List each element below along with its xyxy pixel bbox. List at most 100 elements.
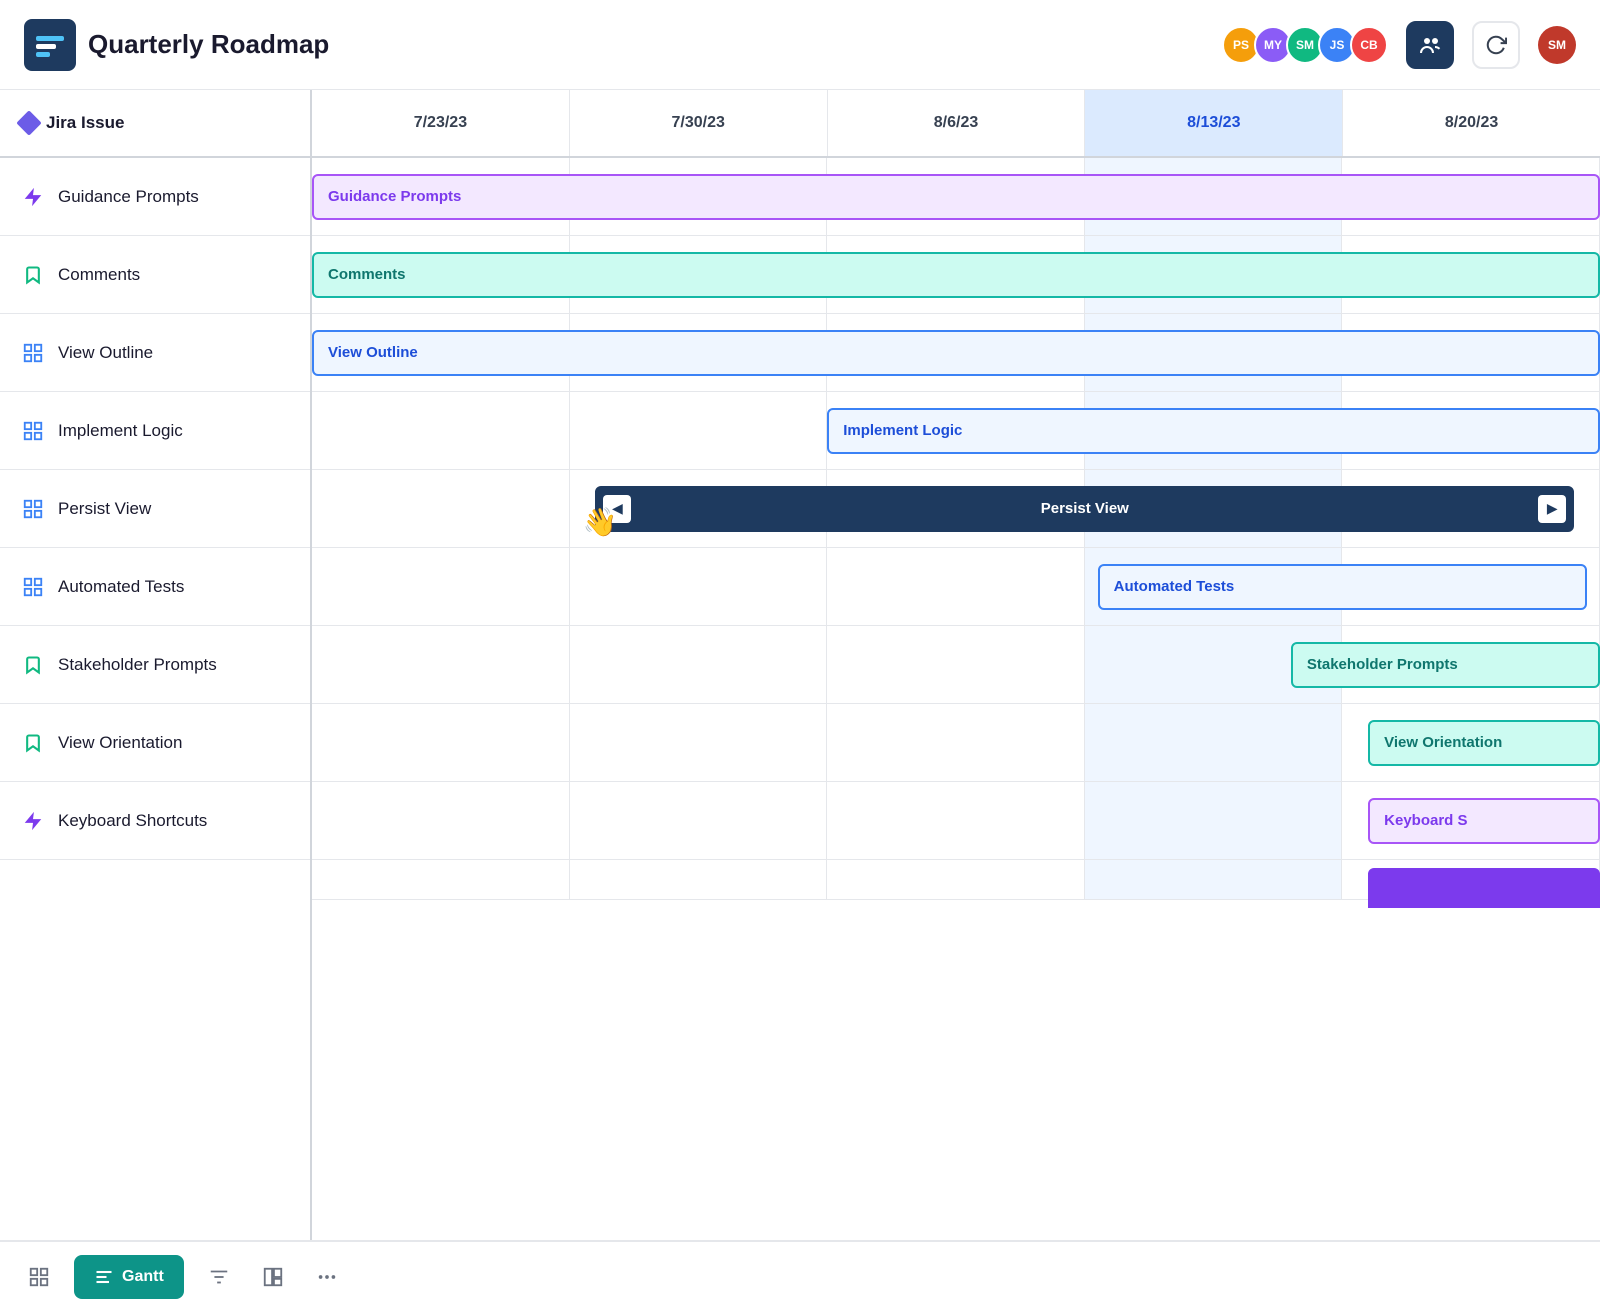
cell-extra-4 [1085,860,1343,899]
cell-keyboard-3 [827,782,1085,859]
sidebar-label-stakeholder: Stakeholder Prompts [58,655,217,675]
sidebar-item-view-orientation[interactable]: View Orientation [0,704,310,782]
sidebar-label-automated: Automated Tests [58,577,184,597]
bar-comments[interactable]: Comments [312,252,1600,298]
sidebar-item-stakeholder[interactable]: Stakeholder Prompts [0,626,310,704]
cell-auto-3 [827,548,1085,625]
gantt-row-implement: Implement Logic [312,392,1600,470]
bar-automated[interactable]: Automated Tests [1098,564,1587,610]
sidebar-header-label: Jira Issue [46,113,124,133]
gantt-row-extra [312,860,1600,900]
bar-persist[interactable]: ◀ Persist View ▶ [595,486,1574,532]
sidebar-item-automated[interactable]: Automated Tests [0,548,310,626]
bar-implement-label: Implement Logic [843,422,962,439]
sidebar-label-view-outline: View Outline [58,343,153,363]
header-right: PS MY SM JS CB SM [1222,21,1576,69]
grid-icon-persist [20,496,46,522]
gantt-wrapper: Jira Issue Guidance Prompts Comments [0,90,1600,1240]
sidebar-header: Jira Issue [0,90,310,158]
bar-stakeholder[interactable]: Stakeholder Prompts [1291,642,1600,688]
lightning-icon-keyboard [20,808,46,834]
sidebar-label-guidance: Guidance Prompts [58,187,199,207]
refresh-button[interactable] [1472,21,1520,69]
sidebar-items: Guidance Prompts Comments View Outline [0,158,310,1240]
bar-persist-right-arrow[interactable]: ▶ [1538,495,1566,523]
gantt-tab-button[interactable]: Gantt [74,1255,184,1299]
main-container: Jira Issue Guidance Prompts Comments [0,90,1600,1312]
bar-view-outline-label: View Outline [328,344,418,361]
sidebar-label-persist: Persist View [58,499,151,519]
grid-icon-automated [20,574,46,600]
bar-view-orientation[interactable]: View Orientation [1368,720,1600,766]
cell-persist-1 [312,470,570,547]
sidebar-item-guidance[interactable]: Guidance Prompts [0,158,310,236]
gantt-row-guidance: Guidance Prompts [312,158,1600,236]
sidebar-item-view-outline[interactable]: View Outline [0,314,310,392]
sidebar-label-comments: Comments [58,265,140,285]
week-col-4: 8/13/23 [1085,90,1343,156]
sidebar-item-keyboard[interactable]: Keyboard Shortcuts [0,782,310,860]
sidebar-label-keyboard: Keyboard Shortcuts [58,811,207,831]
cell-stake-2 [570,626,828,703]
gantt-row-stakeholder: Stakeholder Prompts [312,626,1600,704]
cell-viewor-3 [827,704,1085,781]
avatar-cb: CB [1350,26,1388,64]
cell-stake-3 [827,626,1085,703]
sidebar-item-implement[interactable]: Implement Logic [0,392,310,470]
bar-view-orientation-label: View Orientation [1384,734,1502,751]
bar-comments-label: Comments [328,266,406,283]
gantt-row-comments: Comments [312,236,1600,314]
week-col-5: 8/20/23 [1343,90,1600,156]
cell-impl-1 [312,392,570,469]
logo-area: Quarterly Roadmap [24,19,1222,71]
bookmark-icon-comments [20,262,46,288]
sidebar-item-comments[interactable]: Comments [0,236,310,314]
cell-extra-3 [827,860,1085,899]
bar-view-outline[interactable]: View Outline [312,330,1600,376]
bar-keyboard-label: Keyboard S [1384,812,1467,829]
cell-impl-2 [570,392,828,469]
gantt-label: Gantt [122,1268,164,1286]
cell-viewor-1 [312,704,570,781]
bar-keyboard[interactable]: Keyboard S [1368,798,1600,844]
sidebar-item-persist[interactable]: Persist View [0,470,310,548]
cell-keyboard-2 [570,782,828,859]
header: Quarterly Roadmap PS MY SM JS CB SM [0,0,1600,90]
sidebar-label-view-orientation: View Orientation [58,733,182,753]
current-user-avatar[interactable]: SM [1538,26,1576,64]
bar-more[interactable] [1368,868,1600,908]
week-col-3: 8/6/23 [828,90,1086,156]
cell-viewor-2 [570,704,828,781]
dots-button[interactable] [308,1258,346,1296]
gantt-content: 7/23/23 7/30/23 8/6/23 8/13/23 8/20/23 G… [312,90,1600,1240]
bar-persist-left-arrow[interactable]: ◀ [603,495,631,523]
avatar-group: PS MY SM JS CB [1222,26,1388,64]
jira-diamond-icon [16,110,41,135]
bar-automated-label: Automated Tests [1114,578,1235,595]
layout-button[interactable] [254,1258,292,1296]
gantt-row-keyboard: Keyboard S [312,782,1600,860]
cell-viewor-4 [1085,704,1343,781]
cell-auto-1 [312,548,570,625]
gantt-row-automated: Automated Tests [312,548,1600,626]
bar-guidance-label: Guidance Prompts [328,188,461,205]
bar-stakeholder-label: Stakeholder Prompts [1307,656,1458,673]
bar-persist-label: Persist View [637,500,1532,517]
cell-auto-2 [570,548,828,625]
cell-stake-1 [312,626,570,703]
app-title: Quarterly Roadmap [88,29,329,60]
bar-implement[interactable]: Implement Logic [827,408,1600,454]
bar-guidance[interactable]: Guidance Prompts [312,174,1600,220]
sidebar-label-implement: Implement Logic [58,421,183,441]
lightning-icon-guidance [20,184,46,210]
grid-icon-implement [20,418,46,444]
app-logo [24,19,76,71]
grid-view-button[interactable] [20,1258,58,1296]
gantt-row-view-outline: View Outline [312,314,1600,392]
bookmark-icon-view-orientation [20,730,46,756]
gantt-row-persist: ◀ Persist View ▶ 👋 [312,470,1600,548]
cell-keyboard-4 [1085,782,1343,859]
filter-button[interactable] [200,1258,238,1296]
team-button[interactable] [1406,21,1454,69]
week-col-1: 7/23/23 [312,90,570,156]
